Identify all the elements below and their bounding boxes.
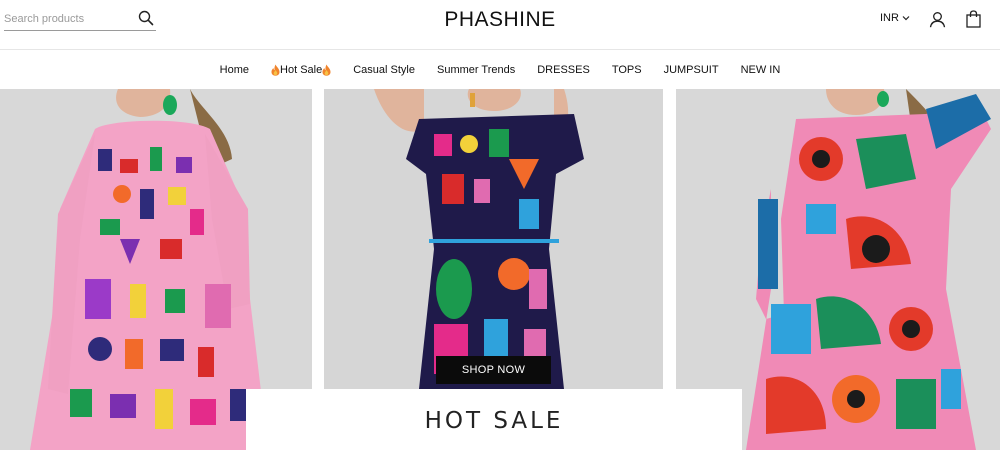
search-icon[interactable] — [138, 10, 154, 26]
site-header: PHASHINE INR — [0, 0, 1000, 50]
bag-icon[interactable] — [965, 10, 982, 28]
hero-banner[interactable]: SHOP NOW HOT SALE — [0, 89, 1000, 450]
nav-item-label: DRESSES — [537, 64, 590, 76]
search-bar — [4, 7, 156, 31]
nav-item-casual-style[interactable]: Casual Style — [353, 64, 415, 76]
shop-now-button[interactable]: SHOP NOW — [436, 356, 551, 384]
currency-label: INR — [880, 12, 899, 24]
flame-icon — [322, 64, 331, 76]
nav-item-tops[interactable]: TOPS — [612, 64, 642, 76]
hero-caption-box: HOT SALE — [246, 389, 742, 450]
nav-item-label: NEW IN — [740, 64, 781, 76]
model-photo-center[interactable] — [324, 89, 663, 389]
nav-item-label: Home — [219, 64, 250, 76]
nav-item-label: Casual Style — [353, 64, 415, 76]
nav-item-jumpsuit[interactable]: JUMPSUIT — [664, 64, 719, 76]
chevron-down-icon — [902, 16, 910, 21]
nav-item-label: Hot Sale — [280, 64, 323, 76]
dress-illustration — [324, 89, 663, 389]
nav-item-label: TOPS — [611, 64, 642, 76]
search-input[interactable] — [4, 9, 134, 29]
flame-icon — [271, 64, 280, 76]
main-nav: Home Hot Sale Casual Style Summer Trends… — [0, 51, 1000, 89]
nav-item-home[interactable]: Home — [220, 64, 249, 76]
currency-selector[interactable]: INR — [880, 12, 910, 24]
nav-item-label: Summer Trends — [436, 64, 516, 76]
nav-item-new-in[interactable]: NEW IN — [741, 64, 781, 76]
nav-item-summer-trends[interactable]: Summer Trends — [437, 64, 515, 76]
nav-item-hot-sale[interactable]: Hot Sale — [271, 64, 331, 76]
nav-item-dresses[interactable]: DRESSES — [537, 64, 590, 76]
nav-item-label: JUMPSUIT — [663, 64, 719, 76]
logo-text[interactable]: PHASHINE — [444, 8, 555, 31]
hero-caption: HOT SALE — [424, 408, 564, 434]
user-icon[interactable] — [929, 11, 946, 28]
